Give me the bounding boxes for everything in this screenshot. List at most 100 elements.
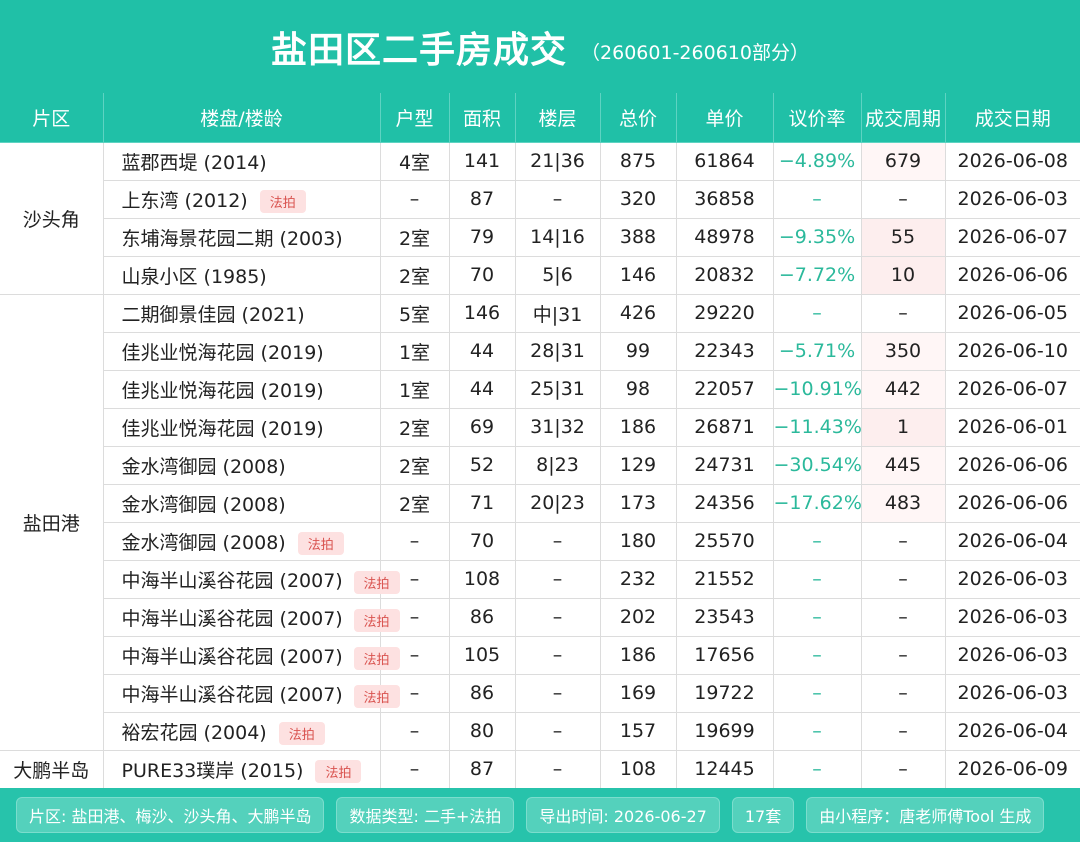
- rate-cell: −30.54%: [773, 446, 862, 485]
- total-cell: 202: [600, 598, 677, 637]
- date-cell: 2026-06-07: [945, 370, 1080, 409]
- table-row: 佳兆业悦海花园 (2019) 2室 69 31|32 186 26871 −11.43% 1 2…: [0, 408, 1080, 447]
- unit-cell: 29220: [676, 294, 774, 333]
- date-cell: 2026-06-06: [945, 484, 1080, 523]
- unit-cell: 26871: [676, 408, 774, 447]
- cycle-cell: –: [861, 750, 946, 789]
- size-cell: 70: [449, 522, 516, 561]
- auction-tag: 法拍: [278, 721, 325, 745]
- date-cell: 2026-06-06: [945, 256, 1080, 295]
- date-cell: 2026-06-06: [945, 446, 1080, 485]
- total-cell: 426: [600, 294, 677, 333]
- property-name: 中海半山溪谷花园 (2007): [121, 683, 343, 706]
- page-subtitle: （260601-260610部分）: [581, 42, 809, 64]
- unit-cell: 48978: [676, 218, 774, 257]
- rooms-cell: 5室: [380, 294, 450, 333]
- rooms-cell: 4室: [380, 142, 450, 181]
- cycle-cell: –: [861, 294, 946, 333]
- column-header: 成交日期: [945, 93, 1080, 143]
- date-cell: 2026-06-09: [945, 750, 1080, 789]
- unit-cell: 19722: [676, 674, 774, 713]
- date-cell: 2026-06-01: [945, 408, 1080, 447]
- total-cell: 320: [600, 180, 677, 219]
- footer-bar: 片区: 盐田港、梅沙、沙头角、大鹏半岛 数据类型: 二手+法拍 导出时间: 20…: [0, 788, 1080, 842]
- unit-cell: 12445: [676, 750, 774, 789]
- auction-tag: 法拍: [353, 684, 400, 708]
- rate-cell: −7.72%: [773, 256, 862, 295]
- date-cell: 2026-06-08: [945, 142, 1080, 181]
- size-cell: 70: [449, 256, 516, 295]
- auction-tag: 法拍: [297, 531, 344, 555]
- property-cell: 中海半山溪谷花园 (2007) 法拍: [103, 560, 400, 599]
- date-cell: 2026-06-03: [945, 180, 1080, 219]
- rate-cell: –: [773, 598, 862, 637]
- rooms-cell: 2室: [380, 446, 450, 485]
- cycle-cell: 10: [861, 256, 946, 295]
- column-header: 总价: [600, 93, 677, 143]
- table-row: 沙头角 蓝郡西堤 (2014) 4室 141 21|36 875 61864 −4.89% 67…: [0, 142, 1080, 295]
- size-cell: 52: [449, 446, 516, 485]
- rate-cell: –: [773, 674, 862, 713]
- table-row: 盐田港 二期御景佳园 (2021) 5室 146 中|31 426 29220– –2026-…: [0, 294, 1080, 751]
- size-cell: 146: [449, 294, 516, 333]
- rooms-cell: 2室: [380, 218, 450, 257]
- property-name: 中海半山溪谷花园 (2007): [121, 645, 343, 668]
- rate-cell: −9.35%: [773, 218, 862, 257]
- total-cell: 98: [600, 370, 677, 409]
- date-cell: 2026-06-04: [945, 712, 1080, 751]
- cycle-cell: –: [861, 180, 946, 219]
- total-cell: 157: [600, 712, 677, 751]
- property-name: 中海半山溪谷花园 (2007): [121, 569, 343, 592]
- total-cell: 146: [600, 256, 677, 295]
- rate-cell: –: [773, 180, 862, 219]
- cycle-cell: –: [861, 674, 946, 713]
- rate-cell: −17.62%: [773, 484, 862, 523]
- date-cell: 2026-06-04: [945, 522, 1080, 561]
- date-cell: 2026-06-07: [945, 218, 1080, 257]
- property-name: 佳兆业悦海花园 (2019): [121, 417, 324, 440]
- rate-cell: −4.89%: [773, 142, 862, 181]
- unit-cell: 22057: [676, 370, 774, 409]
- property-name: 上东湾 (2012): [121, 189, 248, 212]
- property-cell: 金水湾御园 (2008): [103, 484, 381, 523]
- rate-cell: –: [773, 712, 862, 751]
- auction-tag: 法拍: [353, 608, 400, 632]
- footer-type-pill: 数据类型: 二手+法拍: [336, 797, 515, 833]
- cycle-cell: –: [861, 560, 946, 599]
- property-name: 蓝郡西堤 (2014): [121, 151, 267, 174]
- rooms-cell: 2室: [380, 256, 450, 295]
- size-cell: 44: [449, 370, 516, 409]
- property-cell: 中海半山溪谷花园 (2007) 法拍: [103, 598, 400, 637]
- floor-cell: –: [515, 636, 601, 675]
- total-cell: 169: [600, 674, 677, 713]
- size-cell: 71: [449, 484, 516, 523]
- cycle-cell: –: [861, 636, 946, 675]
- table-row: 东埔海景花园二期 (2003) 2室 79 14|16 388 48978 −9.35% 55…: [0, 218, 1080, 257]
- date-cell: 2026-06-03: [945, 560, 1080, 599]
- footer-source-pill: 由小程序：唐老师傅Tool 生成: [806, 797, 1045, 833]
- rooms-cell: 1室: [380, 370, 450, 409]
- floor-cell: 31|32: [515, 408, 601, 447]
- cycle-cell: 483: [861, 484, 946, 523]
- table-row: 佳兆业悦海花园 (2019) 1室 44 28|31 99 22343 −5.71% 350 2…: [0, 332, 1080, 371]
- area-cell: 大鹏半岛: [0, 750, 104, 789]
- floor-cell: 21|36: [515, 142, 601, 181]
- total-cell: 875: [600, 142, 677, 181]
- unit-cell: 21552: [676, 560, 774, 599]
- property-cell: 佳兆业悦海花园 (2019): [103, 408, 381, 447]
- property-cell: 金水湾御园 (2008) 法拍: [103, 522, 381, 561]
- property-name: 山泉小区 (1985): [121, 265, 267, 288]
- property-name: 东埔海景花园二期 (2003): [121, 227, 343, 250]
- floor-cell: 中|31: [515, 294, 601, 333]
- property-name: 二期御景佳园 (2021): [121, 303, 305, 326]
- total-cell: 186: [600, 408, 677, 447]
- auction-tag: 法拍: [315, 759, 362, 783]
- total-cell: 180: [600, 522, 677, 561]
- rate-cell: –: [773, 560, 862, 599]
- auction-tag: 法拍: [353, 646, 400, 670]
- property-cell: 二期御景佳园 (2021): [103, 294, 381, 333]
- date-cell: 2026-06-03: [945, 636, 1080, 675]
- rooms-cell: 2室: [380, 408, 450, 447]
- unit-cell: 36858: [676, 180, 774, 219]
- column-header: 楼层: [515, 93, 601, 143]
